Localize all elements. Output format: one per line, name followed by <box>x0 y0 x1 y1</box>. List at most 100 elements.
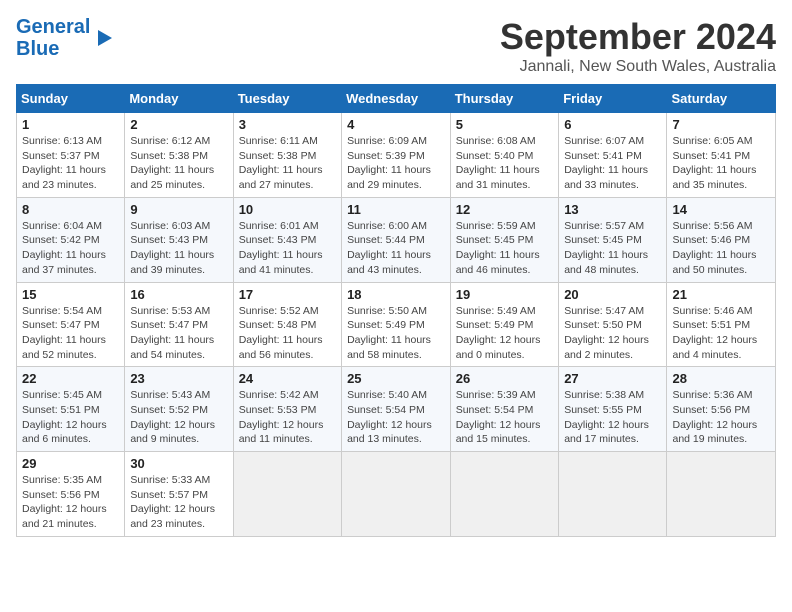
day-info: Sunrise: 6:08 AMSunset: 5:40 PMDaylight:… <box>456 134 553 193</box>
day-number: 4 <box>347 117 445 132</box>
calendar-cell: 25 Sunrise: 5:40 AMSunset: 5:54 PMDayligh… <box>342 367 451 452</box>
logo-arrow-icon <box>94 28 114 48</box>
day-number: 7 <box>672 117 770 132</box>
calendar-cell: 3 Sunrise: 6:11 AMSunset: 5:38 PMDaylight… <box>233 113 341 198</box>
calendar-cell <box>233 452 341 537</box>
day-header-thursday: Thursday <box>450 85 558 113</box>
day-number: 27 <box>564 371 661 386</box>
calendar-cell <box>450 452 558 537</box>
calendar-cell: 7 Sunrise: 6:05 AMSunset: 5:41 PMDaylight… <box>667 113 776 198</box>
calendar-cell: 28 Sunrise: 5:36 AMSunset: 5:56 PMDayligh… <box>667 367 776 452</box>
day-number: 11 <box>347 202 445 217</box>
day-header-monday: Monday <box>125 85 233 113</box>
day-number: 14 <box>672 202 770 217</box>
day-info: Sunrise: 6:04 AMSunset: 5:42 PMDaylight:… <box>22 219 119 278</box>
calendar-cell: 14 Sunrise: 5:56 AMSunset: 5:46 PMDayligh… <box>667 197 776 282</box>
day-info: Sunrise: 5:57 AMSunset: 5:45 PMDaylight:… <box>564 219 661 278</box>
day-info: Sunrise: 5:40 AMSunset: 5:54 PMDaylight:… <box>347 388 445 447</box>
day-number: 30 <box>130 456 227 471</box>
day-number: 5 <box>456 117 553 132</box>
day-info: Sunrise: 5:33 AMSunset: 5:57 PMDaylight:… <box>130 473 227 532</box>
day-number: 22 <box>22 371 119 386</box>
week-row-4: 22 Sunrise: 5:45 AMSunset: 5:51 PMDayligh… <box>17 367 776 452</box>
calendar-header-row: SundayMondayTuesdayWednesdayThursdayFrid… <box>17 85 776 113</box>
day-number: 1 <box>22 117 119 132</box>
day-info: Sunrise: 5:54 AMSunset: 5:47 PMDaylight:… <box>22 304 119 363</box>
calendar-cell <box>667 452 776 537</box>
day-number: 3 <box>239 117 336 132</box>
day-number: 2 <box>130 117 227 132</box>
day-info: Sunrise: 6:12 AMSunset: 5:38 PMDaylight:… <box>130 134 227 193</box>
day-info: Sunrise: 5:36 AMSunset: 5:56 PMDaylight:… <box>672 388 770 447</box>
day-number: 29 <box>22 456 119 471</box>
page-header: General Blue September 2024 Jannali, New… <box>16 16 776 76</box>
day-info: Sunrise: 5:45 AMSunset: 5:51 PMDaylight:… <box>22 388 119 447</box>
day-info: Sunrise: 5:53 AMSunset: 5:47 PMDaylight:… <box>130 304 227 363</box>
calendar-cell: 9Sunrise: 6:03 AMSunset: 5:43 PMDaylight… <box>125 197 233 282</box>
calendar-cell: 4 Sunrise: 6:09 AMSunset: 5:39 PMDaylight… <box>342 113 451 198</box>
day-number: 21 <box>672 287 770 302</box>
day-info: Sunrise: 6:00 AMSunset: 5:44 PMDaylight:… <box>347 219 445 278</box>
calendar-cell: 5 Sunrise: 6:08 AMSunset: 5:40 PMDaylight… <box>450 113 558 198</box>
day-number: 13 <box>564 202 661 217</box>
day-info: Sunrise: 5:59 AMSunset: 5:45 PMDaylight:… <box>456 219 553 278</box>
day-header-friday: Friday <box>559 85 667 113</box>
day-number: 17 <box>239 287 336 302</box>
calendar-cell: 17Sunrise: 5:52 AMSunset: 5:48 PMDayligh… <box>233 282 341 367</box>
day-info: Sunrise: 6:11 AMSunset: 5:38 PMDaylight:… <box>239 134 336 193</box>
day-info: Sunrise: 5:39 AMSunset: 5:54 PMDaylight:… <box>456 388 553 447</box>
calendar-cell: 1 Sunrise: 6:13 AMSunset: 5:37 PMDaylight… <box>17 113 125 198</box>
day-header-wednesday: Wednesday <box>342 85 451 113</box>
day-info: Sunrise: 5:43 AMSunset: 5:52 PMDaylight:… <box>130 388 227 447</box>
calendar-cell: 11 Sunrise: 6:00 AMSunset: 5:44 PMDayligh… <box>342 197 451 282</box>
day-info: Sunrise: 5:38 AMSunset: 5:55 PMDaylight:… <box>564 388 661 447</box>
day-number: 20 <box>564 287 661 302</box>
calendar-cell: 13 Sunrise: 5:57 AMSunset: 5:45 PMDayligh… <box>559 197 667 282</box>
week-row-3: 15 Sunrise: 5:54 AMSunset: 5:47 PMDayligh… <box>17 282 776 367</box>
day-info: Sunrise: 5:47 AMSunset: 5:50 PMDaylight:… <box>564 304 661 363</box>
day-info: Sunrise: 6:13 AMSunset: 5:37 PMDaylight:… <box>22 134 119 193</box>
day-info: Sunrise: 6:09 AMSunset: 5:39 PMDaylight:… <box>347 134 445 193</box>
calendar-cell: 27 Sunrise: 5:38 AMSunset: 5:55 PMDayligh… <box>559 367 667 452</box>
calendar-table: SundayMondayTuesdayWednesdayThursdayFrid… <box>16 84 776 537</box>
calendar-cell: 12 Sunrise: 5:59 AMSunset: 5:45 PMDayligh… <box>450 197 558 282</box>
calendar-cell: 8 Sunrise: 6:04 AMSunset: 5:42 PMDaylight… <box>17 197 125 282</box>
calendar-cell: 20 Sunrise: 5:47 AMSunset: 5:50 PMDayligh… <box>559 282 667 367</box>
calendar-cell: 16Sunrise: 5:53 AMSunset: 5:47 PMDayligh… <box>125 282 233 367</box>
day-info: Sunrise: 6:01 AMSunset: 5:43 PMDaylight:… <box>239 219 336 278</box>
day-header-sunday: Sunday <box>17 85 125 113</box>
calendar-cell: 6Sunrise: 6:07 AMSunset: 5:41 PMDaylight… <box>559 113 667 198</box>
calendar-cell: 24Sunrise: 5:42 AMSunset: 5:53 PMDayligh… <box>233 367 341 452</box>
day-number: 28 <box>672 371 770 386</box>
location-title: Jannali, New South Wales, Australia <box>500 58 776 76</box>
calendar-cell: 23 Sunrise: 5:43 AMSunset: 5:52 PMDayligh… <box>125 367 233 452</box>
calendar-cell: 2 Sunrise: 6:12 AMSunset: 5:38 PMDaylight… <box>125 113 233 198</box>
day-number: 23 <box>130 371 227 386</box>
logo-text: General Blue <box>16 16 90 60</box>
week-row-1: 1 Sunrise: 6:13 AMSunset: 5:37 PMDaylight… <box>17 113 776 198</box>
day-number: 19 <box>456 287 553 302</box>
day-info: Sunrise: 5:50 AMSunset: 5:49 PMDaylight:… <box>347 304 445 363</box>
calendar-cell: 21Sunrise: 5:46 AMSunset: 5:51 PMDayligh… <box>667 282 776 367</box>
day-number: 25 <box>347 371 445 386</box>
week-row-5: 29Sunrise: 5:35 AMSunset: 5:56 PMDayligh… <box>17 452 776 537</box>
day-number: 8 <box>22 202 119 217</box>
day-number: 26 <box>456 371 553 386</box>
title-block: September 2024 Jannali, New South Wales,… <box>500 16 776 76</box>
logo-general: General <box>16 16 90 38</box>
day-info: Sunrise: 6:03 AMSunset: 5:43 PMDaylight:… <box>130 219 227 278</box>
day-number: 6 <box>564 117 661 132</box>
day-number: 12 <box>456 202 553 217</box>
calendar-cell: 26 Sunrise: 5:39 AMSunset: 5:54 PMDayligh… <box>450 367 558 452</box>
logo-blue: Blue <box>16 38 59 60</box>
day-number: 18 <box>347 287 445 302</box>
calendar-cell: 22 Sunrise: 5:45 AMSunset: 5:51 PMDayligh… <box>17 367 125 452</box>
day-header-tuesday: Tuesday <box>233 85 341 113</box>
calendar-cell: 29Sunrise: 5:35 AMSunset: 5:56 PMDayligh… <box>17 452 125 537</box>
day-number: 15 <box>22 287 119 302</box>
calendar-cell: 30 Sunrise: 5:33 AMSunset: 5:57 PMDayligh… <box>125 452 233 537</box>
day-info: Sunrise: 6:05 AMSunset: 5:41 PMDaylight:… <box>672 134 770 193</box>
day-number: 24 <box>239 371 336 386</box>
day-info: Sunrise: 5:56 AMSunset: 5:46 PMDaylight:… <box>672 219 770 278</box>
day-header-saturday: Saturday <box>667 85 776 113</box>
